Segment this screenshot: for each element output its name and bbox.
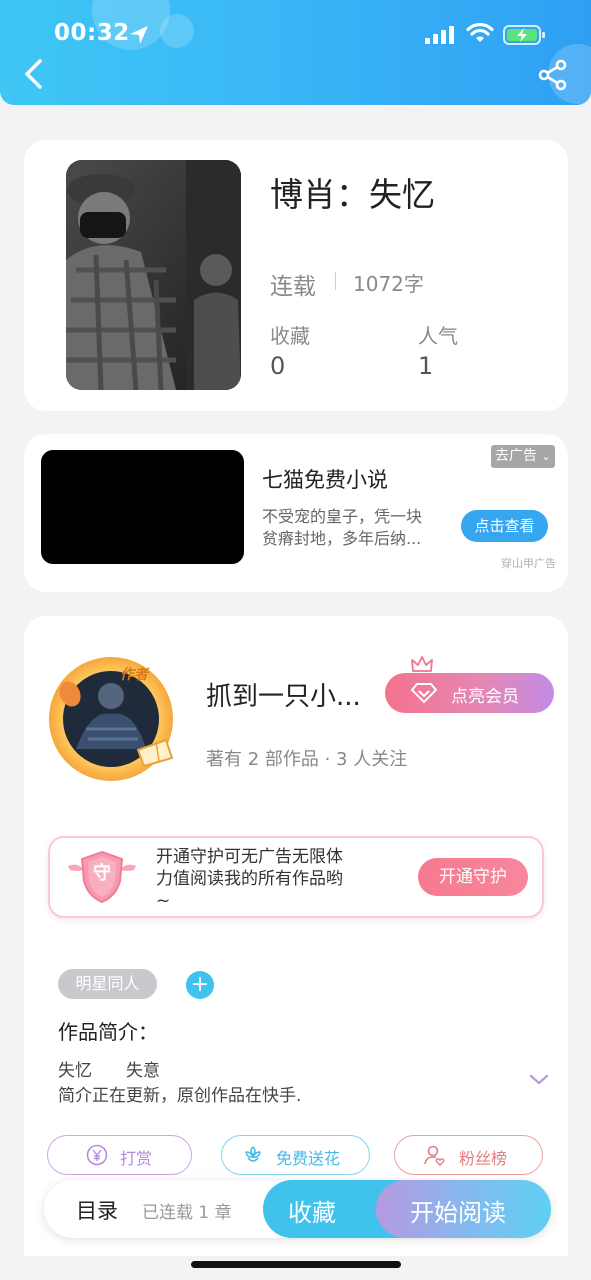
author-avatar[interactable]: 作者 [46, 654, 176, 784]
intro-title: 作品简介： [58, 1020, 158, 1044]
start-reading-button[interactable]: 开始阅读 [376, 1180, 551, 1238]
diamond-icon [411, 683, 437, 704]
favorites-label: 收藏 [270, 324, 310, 348]
status-time: 00:32 [54, 20, 130, 46]
signal-icon [425, 26, 454, 44]
vip-activate-button[interactable]: 点亮会员 [385, 673, 554, 713]
author-card: 作者 抓到一只小... 点亮会员 著有 2 部作品 · 3 人关注 守 开通守护… [24, 616, 568, 1256]
home-indicator [191, 1261, 401, 1268]
author-name[interactable]: 抓到一只小... [206, 676, 386, 713]
guard-activate-button[interactable]: 开通守护 [418, 858, 528, 896]
chapter-count: 已连载 1 章 [142, 1203, 232, 1223]
decor-bubble-small [160, 14, 194, 48]
favorites-button-label: 收藏 [288, 1199, 336, 1227]
yen-icon [86, 1144, 108, 1166]
free-flower-button[interactable]: 免费送花 [221, 1135, 370, 1175]
reward-label: 打赏 [120, 1149, 153, 1168]
intro-text-line1: 失忆 失意 [58, 1061, 160, 1081]
top-header-bar: 00:32 [0, 0, 591, 105]
ad-card[interactable]: 七猫免费小说 不受宠的皇子，凭一块 贫瘠封地，多年后纳... 去广告 ⌄ 点击查… [24, 434, 568, 592]
crown-icon [411, 656, 433, 672]
book-info-card: 博肖：失忆 连载 1072字 收藏 0 人气 1 [24, 140, 568, 411]
vip-button-label: 点亮会员 [451, 687, 519, 707]
ad-desc-line2: 贫瘠封地，多年后纳... [262, 529, 422, 548]
cover-photo-graphic [66, 160, 241, 390]
popularity-count: 1 [418, 352, 434, 380]
remove-ad-label: 去广告 [495, 448, 537, 464]
free-flower-label: 免费送花 [276, 1149, 341, 1168]
guard-banner: 守 开通守护可无广告无限体 力值阅读我的所有作品哟 ~ 开通守护 [48, 836, 544, 918]
intro-text-line2: 简介正在更新，原创作品在快手. [58, 1086, 302, 1106]
ad-desc-line1: 不受宠的皇子，凭一块 [262, 507, 423, 526]
user-heart-icon [424, 1145, 445, 1166]
start-reading-label: 开始阅读 [410, 1199, 506, 1227]
share-icon[interactable] [537, 59, 569, 91]
book-title: 博肖：失忆 [270, 175, 435, 214]
flower-icon [245, 1146, 261, 1162]
ad-source-label: 穿山甲广告 [501, 557, 556, 570]
serial-status: 连载 [270, 274, 316, 300]
add-tag-button[interactable]: + [186, 971, 214, 999]
bottom-action-bar: 目录 已连载 1 章 收藏 开始阅读 [44, 1180, 551, 1238]
author-badge: 作者 [120, 667, 148, 683]
guard-text-line2: 力值阅读我的所有作品哟 [156, 869, 343, 889]
status-divider [335, 272, 336, 290]
location-arrow-icon [130, 26, 148, 44]
tag-chip[interactable]: 明星同人 [58, 969, 157, 999]
remove-ad-button[interactable]: 去广告 ⌄ [491, 445, 555, 468]
battery-charging-icon [503, 25, 545, 45]
ad-title: 七猫免费小说 [262, 468, 388, 492]
fans-ranking-button[interactable]: 粉丝榜 [394, 1135, 543, 1175]
popularity-label: 人气 [418, 324, 458, 348]
favorites-count: 0 [270, 352, 286, 380]
word-count: 1072字 [353, 272, 424, 296]
table-of-contents-button[interactable]: 目录 [76, 1195, 118, 1225]
wifi-icon [466, 23, 494, 42]
ad-description: 不受宠的皇子，凭一块 贫瘠封地，多年后纳... [262, 506, 447, 550]
chevron-down-icon[interactable] [527, 1072, 551, 1088]
back-arrow-icon[interactable] [20, 58, 48, 90]
ad-view-button[interactable]: 点击查看 [461, 510, 548, 542]
guard-text-line3: ~ [156, 891, 171, 911]
book-cover-image[interactable] [66, 160, 241, 390]
guard-text-line1: 开通守护可无广告无限体 [156, 847, 343, 867]
guard-description: 开通守护可无广告无限体 力值阅读我的所有作品哟 ~ [156, 846, 386, 912]
shield-char: 守 [93, 863, 111, 884]
reward-button[interactable]: 打赏 [47, 1135, 192, 1175]
chevron-down-icon: ⌄ [541, 450, 551, 463]
avatar-frame-graphic [49, 657, 174, 781]
fans-ranking-label: 粉丝榜 [459, 1149, 508, 1168]
ad-image[interactable] [41, 450, 244, 564]
author-stats: 著有 2 部作品 · 3 人关注 [206, 749, 408, 770]
